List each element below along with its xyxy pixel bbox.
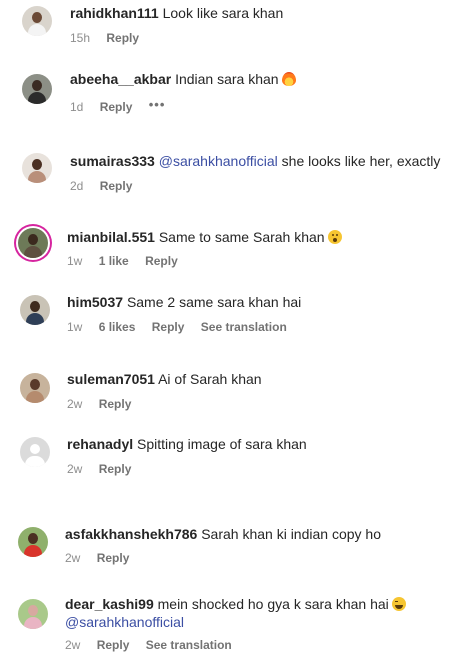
fire-emoji-icon bbox=[281, 72, 296, 86]
comment-username[interactable]: sumairas333 bbox=[70, 153, 155, 169]
see-translation-link[interactable]: See translation bbox=[201, 320, 287, 334]
likes-count[interactable]: 1 like bbox=[99, 254, 129, 268]
comment-username[interactable]: him5037 bbox=[67, 294, 123, 310]
comment-body: Sarah khan ki indian copy ho bbox=[201, 526, 381, 542]
comment-text-continued: @sarahkhanofficial bbox=[65, 612, 184, 632]
avatar[interactable] bbox=[20, 295, 50, 325]
reply-button[interactable]: Reply bbox=[152, 320, 185, 334]
reply-button[interactable]: Reply bbox=[106, 31, 139, 45]
comment-meta: 2w Reply bbox=[67, 461, 144, 477]
likes-count[interactable]: 6 likes bbox=[99, 320, 136, 334]
comment-meta: 2w Reply bbox=[67, 396, 144, 412]
reply-button[interactable]: Reply bbox=[99, 462, 132, 476]
comment-body: Spitting image of sara khan bbox=[137, 436, 307, 452]
comment-time: 1w bbox=[67, 320, 83, 334]
comment-time: 1w bbox=[67, 254, 83, 268]
comment-body: Same 2 same sara khan hai bbox=[126, 294, 302, 310]
reply-button[interactable]: Reply bbox=[97, 551, 130, 565]
avatar[interactable] bbox=[22, 74, 52, 104]
comment-meta: 1w 1 like Reply bbox=[67, 253, 191, 269]
comment-text: suleman7051 Ai of Sarah khan bbox=[67, 369, 262, 389]
comment-username[interactable]: mianbilal.551 bbox=[67, 229, 155, 245]
comment-meta: 2w Reply See translation bbox=[65, 637, 245, 653]
astonished-face-emoji-icon bbox=[327, 230, 342, 244]
avatar[interactable] bbox=[18, 599, 48, 629]
mention-link[interactable]: @sarahkhanofficial bbox=[159, 153, 278, 169]
default-avatar-icon[interactable] bbox=[20, 437, 50, 467]
reply-button[interactable]: Reply bbox=[99, 397, 132, 411]
comment-time: 2w bbox=[67, 397, 83, 411]
avatar[interactable] bbox=[22, 153, 52, 183]
comment-meta: 1w 6 likes Reply See translation bbox=[67, 319, 300, 335]
comment-text: sumairas333 @sarahkhanofficial she looks… bbox=[70, 151, 440, 171]
comment-meta: 1d Reply ••• bbox=[70, 97, 178, 115]
comment-time: 2w bbox=[67, 462, 83, 476]
comment-text: dear_kashi99 mein shocked ho gya k sara … bbox=[65, 594, 406, 614]
comment-username[interactable]: abeeha__akbar bbox=[70, 71, 171, 87]
comment-username[interactable]: dear_kashi99 bbox=[65, 596, 154, 612]
comment-meta: 2d Reply bbox=[70, 178, 145, 194]
comment-body: mein shocked ho gya k sara khan hai bbox=[157, 596, 389, 612]
comment-username[interactable]: rehanadyl bbox=[67, 436, 133, 452]
avatar[interactable] bbox=[22, 6, 52, 36]
comment-username[interactable]: asfakkhanshekh786 bbox=[65, 526, 197, 542]
comment-time: 2d bbox=[70, 179, 84, 193]
comment-body: Ai of Sarah khan bbox=[158, 371, 262, 387]
comment-meta: 15h Reply bbox=[70, 30, 152, 46]
comment-text: rahidkhan111 Look like sara khan bbox=[70, 3, 283, 23]
avatar-with-story-ring[interactable] bbox=[18, 228, 48, 258]
reply-button[interactable]: Reply bbox=[97, 638, 130, 652]
comment-meta: 2w Reply bbox=[65, 550, 142, 566]
comment-body: she looks like her, exactly bbox=[281, 153, 441, 169]
comment-username[interactable]: rahidkhan111 bbox=[70, 5, 159, 21]
reply-button[interactable]: Reply bbox=[100, 179, 133, 193]
comment-text: asfakkhanshekh786 Sarah khan ki indian c… bbox=[65, 524, 381, 544]
comments-list: rahidkhan111 Look like sara khan 15h Rep… bbox=[0, 0, 457, 665]
comment-username[interactable]: suleman7051 bbox=[67, 371, 155, 387]
comment-body: Same to same Sarah khan bbox=[158, 229, 325, 245]
comment-text: rehanadyl Spitting image of sara khan bbox=[67, 434, 307, 454]
mention-link[interactable]: @sarahkhanofficial bbox=[65, 614, 184, 630]
comment-body: Look like sara khan bbox=[162, 5, 284, 21]
avatar[interactable] bbox=[20, 373, 50, 403]
comment-body: Indian sara khan bbox=[175, 71, 279, 87]
comment-time: 1d bbox=[70, 100, 84, 114]
laughing-face-emoji-icon bbox=[391, 597, 406, 611]
reply-button[interactable]: Reply bbox=[145, 254, 178, 268]
comment-text: him5037 Same 2 same sara khan hai bbox=[67, 292, 301, 312]
comment-time: 2w bbox=[65, 551, 81, 565]
avatar[interactable] bbox=[18, 527, 48, 557]
comment-time: 2w bbox=[65, 638, 81, 652]
comment-text: abeeha__akbar Indian sara khan bbox=[70, 69, 296, 89]
comment-time: 15h bbox=[70, 31, 91, 45]
see-translation-link[interactable]: See translation bbox=[146, 638, 232, 652]
more-options-icon[interactable]: ••• bbox=[149, 97, 166, 113]
reply-button[interactable]: Reply bbox=[100, 100, 133, 114]
comment-text: mianbilal.551 Same to same Sarah khan bbox=[67, 227, 342, 247]
